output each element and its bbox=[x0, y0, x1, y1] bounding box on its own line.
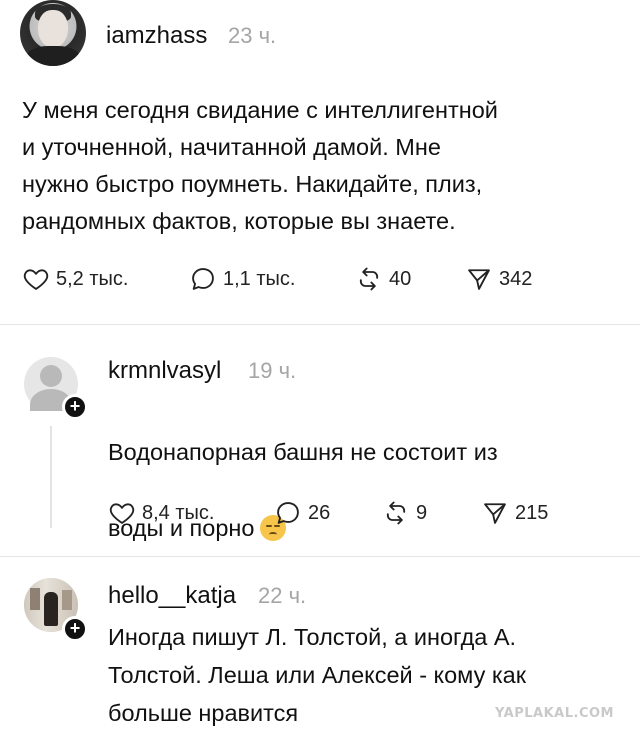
like-button[interactable]: 8,4 тыс. bbox=[108, 499, 274, 527]
reply-count: 26 bbox=[308, 501, 331, 524]
comment-actions: 8,4 тыс. 26 9 215 bbox=[108, 498, 548, 528]
avatar[interactable] bbox=[20, 0, 86, 66]
post-text: У меня сегодня свидание с интеллигентной… bbox=[22, 97, 498, 234]
repost-button[interactable]: 40 bbox=[355, 265, 465, 293]
post-actions: 5,2 тыс. 1,1 тыс. 40 342 bbox=[22, 264, 532, 294]
repost-icon bbox=[386, 501, 406, 525]
reply-count: 1,1 тыс. bbox=[223, 267, 296, 290]
comment-time: 22 ч. bbox=[258, 583, 307, 608]
repost-count: 9 bbox=[416, 501, 428, 524]
comment-username[interactable]: hello__katja bbox=[108, 582, 236, 610]
comment-text-line: Водонапорная башня не состоит из bbox=[108, 439, 498, 465]
post-time: 23 ч. bbox=[228, 23, 277, 48]
comment-username[interactable]: krmnlvasyl bbox=[108, 357, 221, 385]
send-icon bbox=[468, 269, 490, 290]
plus-icon[interactable]: + bbox=[62, 616, 88, 642]
divider bbox=[0, 324, 640, 325]
share-count: 215 bbox=[515, 501, 549, 524]
thread-line bbox=[50, 426, 52, 528]
repost-icon bbox=[359, 267, 379, 291]
plus-icon[interactable]: + bbox=[62, 394, 88, 420]
post-username[interactable]: iamzhass bbox=[106, 22, 207, 50]
send-icon bbox=[484, 503, 506, 524]
like-count: 5,2 тыс. bbox=[56, 267, 129, 290]
speech-bubble-icon bbox=[192, 268, 214, 290]
speech-bubble-icon bbox=[277, 502, 299, 524]
heart-icon bbox=[109, 503, 135, 524]
share-button[interactable]: 215 bbox=[481, 499, 548, 527]
like-count: 8,4 тыс. bbox=[142, 501, 215, 524]
divider bbox=[0, 556, 640, 557]
reply-button[interactable]: 26 bbox=[274, 499, 382, 527]
repost-button[interactable]: 9 bbox=[382, 499, 481, 527]
watermark: YAPLAKAL.COM bbox=[495, 706, 614, 721]
like-button[interactable]: 5,2 тыс. bbox=[22, 265, 189, 293]
heart-icon bbox=[23, 269, 49, 290]
share-count: 342 bbox=[499, 267, 533, 290]
repost-count: 40 bbox=[389, 267, 412, 290]
share-button[interactable]: 342 bbox=[465, 265, 532, 293]
reply-button[interactable]: 1,1 тыс. bbox=[189, 265, 355, 293]
comment-time: 19 ч. bbox=[248, 358, 297, 383]
